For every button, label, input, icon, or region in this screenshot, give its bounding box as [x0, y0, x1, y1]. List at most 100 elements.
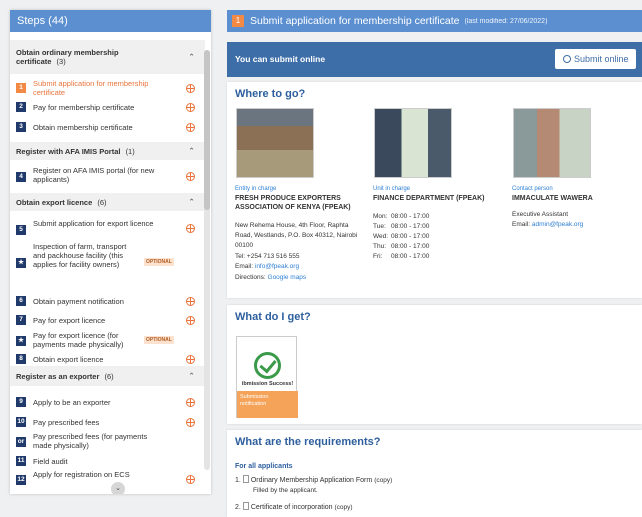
step-7[interactable]: 7 Pay for export licence: [10, 313, 205, 327]
step-label: Apply for registration on ECS: [33, 470, 130, 479]
globe-icon: [563, 55, 571, 63]
step-number-badge: 1: [232, 15, 244, 27]
step-4[interactable]: 4 Register on AFA IMIS portal (for new a…: [10, 165, 205, 185]
step-9[interactable]: 9 Apply to be an exporter: [10, 395, 205, 409]
contact-email: Email: admin@fpeak.org: [512, 221, 584, 228]
online-banner: You can submit online Submit online: [227, 42, 642, 77]
email-link[interactable]: info@fpeak.org: [255, 263, 299, 270]
step-label: Apply to be an exporter: [33, 398, 111, 407]
submit-online-button[interactable]: Submit online: [555, 49, 636, 69]
entity-label: Entity in charge: [235, 186, 277, 192]
globe-icon: [186, 103, 195, 112]
requirements-heading: What are the requirements?: [235, 436, 381, 448]
step-10-or[interactable]: or Pay prescribed fees (for payments mad…: [10, 431, 205, 453]
group-exporter[interactable]: Register as an exporter (6) ⌃: [10, 366, 205, 386]
google-maps-link[interactable]: Google maps: [268, 274, 307, 281]
step-number: 5: [16, 225, 26, 235]
step-label: Obtain export licence: [33, 355, 104, 364]
globe-icon: [186, 84, 195, 93]
globe-icon: [186, 475, 195, 484]
globe-icon: [186, 172, 195, 181]
group-afa-imis[interactable]: Register with AFA IMIS Portal (1) ⌃: [10, 142, 205, 160]
step-number: 3: [16, 122, 26, 132]
globe-icon: [186, 418, 195, 427]
step-number: 1: [16, 83, 26, 93]
requirement-item: 1. Ordinary Membership Application Form (…: [235, 475, 393, 494]
step-number: or: [16, 437, 26, 447]
entity-email: Email: info@fpeak.org: [235, 263, 300, 270]
entity-directions: Directions: Google maps: [235, 274, 307, 281]
contact-photo: [513, 108, 591, 178]
page-title: Submit application for membership certif…: [250, 15, 460, 27]
entity-tel: Tel: +254 713 516 555: [235, 253, 300, 260]
globe-icon: [186, 224, 195, 233]
step-number: 8: [16, 354, 26, 364]
step-number: 11: [16, 456, 26, 466]
step-number: 4: [16, 172, 26, 182]
contact-role: Executive Assistant: [512, 211, 568, 218]
step-label: Submit application for membership certif…: [33, 79, 149, 97]
contact-email-link[interactable]: admin@fpeak.org: [532, 221, 583, 228]
step-label: Register on AFA IMIS portal (for new app…: [33, 166, 155, 184]
entity-name: FRESH PRODUCE EXPORTERS ASSOCIATION OF K…: [235, 195, 351, 211]
chevron-up-icon[interactable]: ⌃: [188, 53, 195, 62]
where-to-go-card: Where to go? Entity in charge FRESH PROD…: [227, 82, 642, 298]
globe-icon: [186, 398, 195, 407]
globe-icon: [186, 316, 195, 325]
step-5[interactable]: 5 Submit application for export licence: [10, 218, 205, 240]
chevron-up-icon[interactable]: ⌃: [188, 147, 195, 156]
entity-photo: [236, 108, 314, 178]
steps-panel: Steps (44) Obtain ordinary membership ce…: [10, 10, 211, 494]
chevron-up-icon[interactable]: ⌃: [188, 372, 195, 381]
what-do-i-get-card: What do I get? ibmission Success! Submis…: [227, 305, 642, 424]
group-export-licence[interactable]: Obtain export licence (6) ⌃: [10, 193, 205, 211]
certificate-thumbnail[interactable]: ibmission Success! Submission notificati…: [236, 336, 298, 418]
entity-address: New Rehema House, 4th Floor, Raphta Road…: [235, 222, 358, 249]
step-label: Field audit: [33, 457, 68, 466]
step-label: Submit application for export licence: [33, 219, 154, 228]
optional-badge: OPTIONAL: [144, 336, 174, 344]
scrollbar-thumb[interactable]: [204, 50, 210, 210]
step-12[interactable]: 12 Apply for registration on ECS: [10, 469, 205, 485]
step-label: Pay prescribed fees (for payments made p…: [33, 432, 148, 450]
contact-name: IMMACULATE WAWERA: [512, 195, 593, 202]
group-membership[interactable]: Obtain ordinary membership certificate (…: [10, 40, 205, 74]
optional-badge: OPTIONAL: [144, 258, 174, 266]
step-6[interactable]: 6 Obtain payment notification: [10, 294, 205, 308]
step-number: 2: [16, 102, 26, 112]
group-title: Register with AFA IMIS Portal: [16, 146, 121, 156]
step-10[interactable]: 10 Pay prescribed fees: [10, 415, 205, 429]
chevron-up-icon[interactable]: ⌃: [188, 198, 195, 207]
step-header: 1 Submit application for membership cert…: [227, 10, 642, 32]
group-title: Register as an exporter: [16, 371, 100, 381]
step-3[interactable]: 3 Obtain membership certificate: [10, 120, 205, 134]
step-1[interactable]: 1 Submit application for membership cert…: [10, 78, 205, 98]
group-title: Obtain ordinary membership certificate: [16, 48, 119, 66]
document-icon: [242, 502, 249, 510]
requirements-subheading: For all applicants: [235, 463, 293, 470]
group-title: Obtain export licence: [16, 197, 93, 207]
step-optional-inspection[interactable]: ★ Inspection of farm, transport and pack…: [10, 242, 205, 282]
globe-icon: [186, 355, 195, 364]
last-modified: (last modified: 27/06/2022): [464, 17, 548, 25]
step-2[interactable]: 2 Pay for membership certificate: [10, 100, 205, 114]
step-label: Pay prescribed fees: [33, 418, 100, 427]
checkmark-icon: [254, 352, 281, 379]
step-label: Pay for export licence (for payments mad…: [33, 331, 124, 349]
step-number: 12: [16, 475, 26, 485]
step-optional-pay[interactable]: ★ Pay for export licence (for payments m…: [10, 330, 205, 352]
step-label: Pay for membership certificate: [33, 103, 135, 112]
chevron-down-icon[interactable]: ⌄: [111, 482, 125, 494]
step-label: Obtain membership certificate: [33, 123, 133, 132]
unit-photo: [374, 108, 452, 178]
unit-label: Unit in charge: [373, 186, 411, 192]
where-heading: Where to go?: [235, 88, 306, 100]
star-icon: ★: [16, 258, 26, 268]
step-label: Obtain payment notification: [33, 297, 124, 306]
online-text: You can submit online: [235, 54, 326, 64]
step-8[interactable]: 8 Obtain export licence: [10, 352, 205, 366]
step-11[interactable]: 11 Field audit: [10, 454, 205, 468]
contact-label: Contact person: [512, 186, 553, 192]
steps-scrollbar[interactable]: [204, 50, 210, 470]
get-heading: What do I get?: [235, 311, 311, 323]
